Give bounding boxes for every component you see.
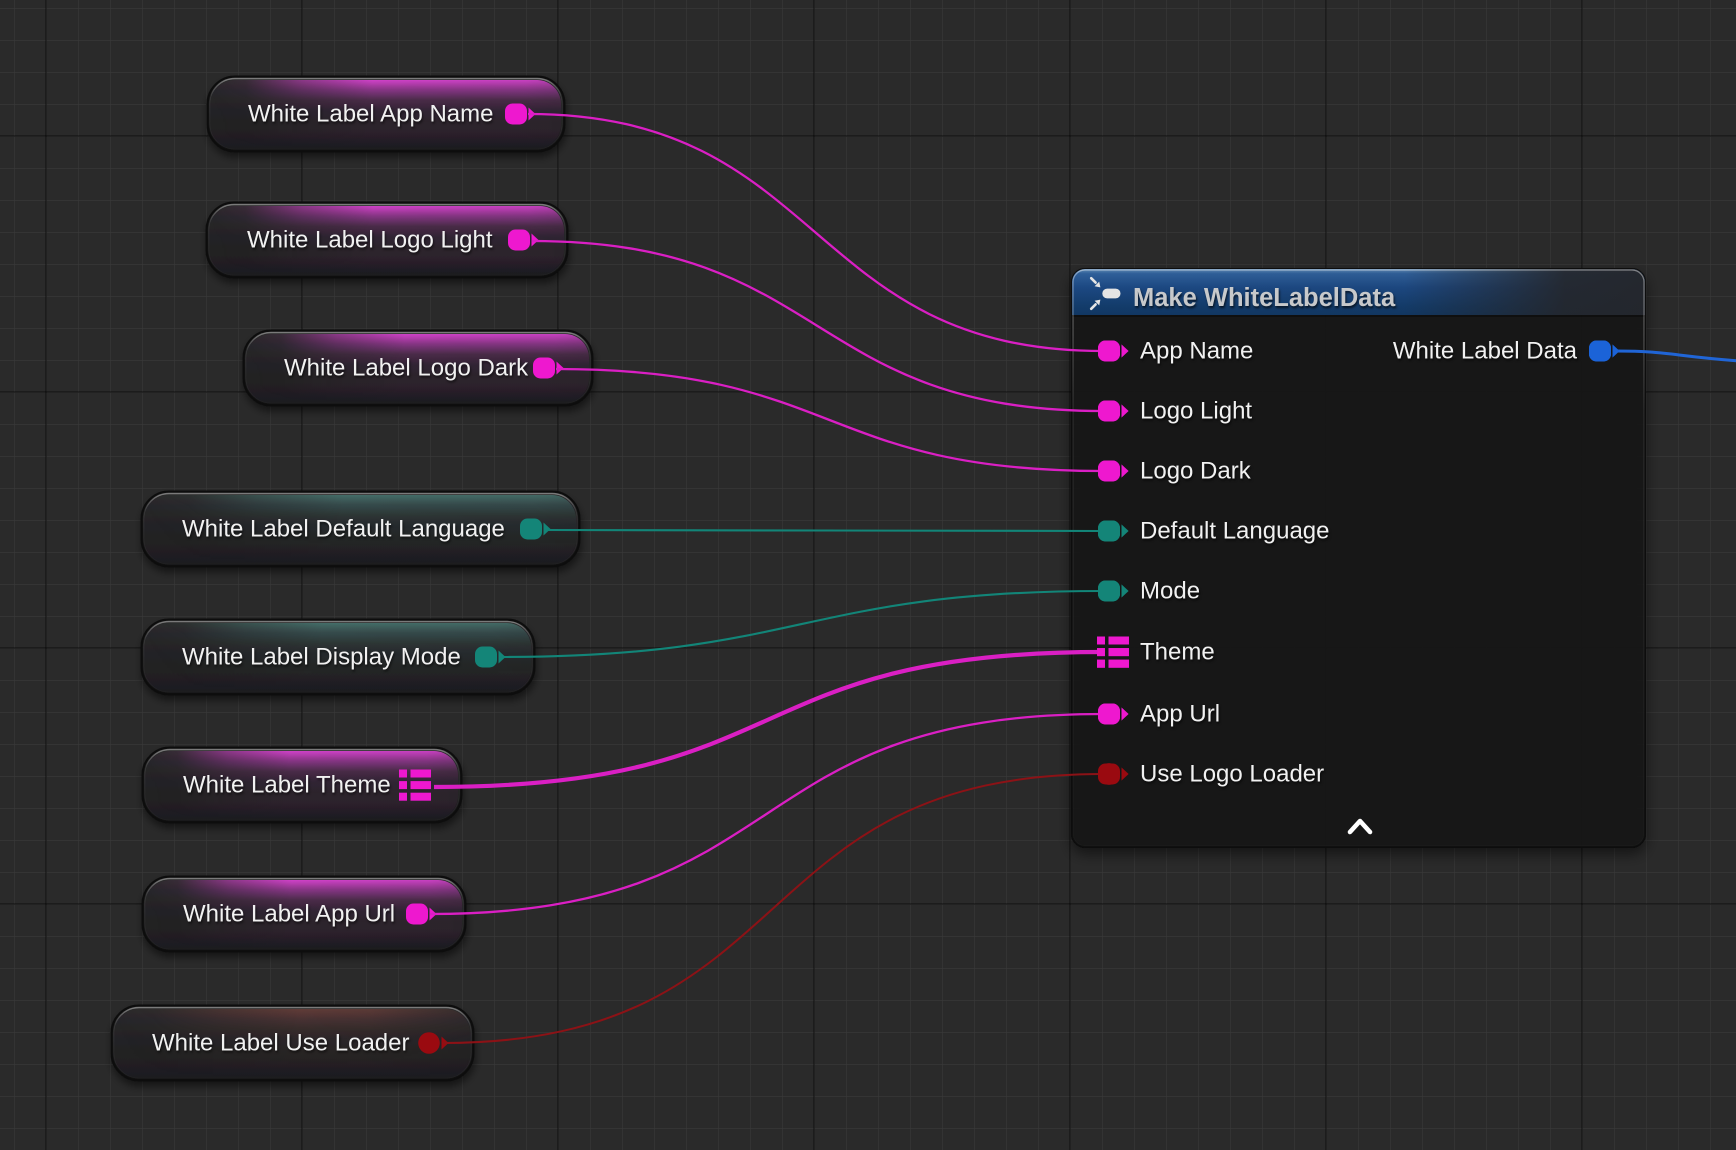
svg-text:App Url: App Url (1140, 701, 1220, 728)
svg-text:Default Language: Default Language (1140, 518, 1330, 545)
svg-text:Mode: Mode (1140, 578, 1200, 605)
svg-text:Logo Dark: Logo Dark (1140, 458, 1252, 485)
svg-text:White Label Display Mode: White Label Display Mode (182, 644, 461, 671)
svg-text:Theme: Theme (1140, 639, 1215, 666)
svg-text:White Label App Url: White Label App Url (183, 901, 395, 928)
svg-text:White Label Theme: White Label Theme (183, 772, 391, 799)
svg-text:App Name: App Name (1140, 338, 1253, 365)
svg-text:White Label Logo Light: White Label Logo Light (247, 227, 493, 254)
svg-text:White Label Default Language: White Label Default Language (182, 516, 505, 543)
svg-text:Logo Light: Logo Light (1140, 398, 1252, 425)
svg-text:White Label Logo Dark: White Label Logo Dark (284, 355, 529, 382)
svg-text:White Label App Name: White Label App Name (248, 101, 493, 128)
svg-text:Make WhiteLabelData: Make WhiteLabelData (1133, 284, 1396, 312)
svg-text:White Label Use Loader: White Label Use Loader (152, 1030, 409, 1057)
svg-text:Use Logo Loader: Use Logo Loader (1140, 761, 1324, 788)
svg-text:White Label Data: White Label Data (1393, 338, 1578, 365)
